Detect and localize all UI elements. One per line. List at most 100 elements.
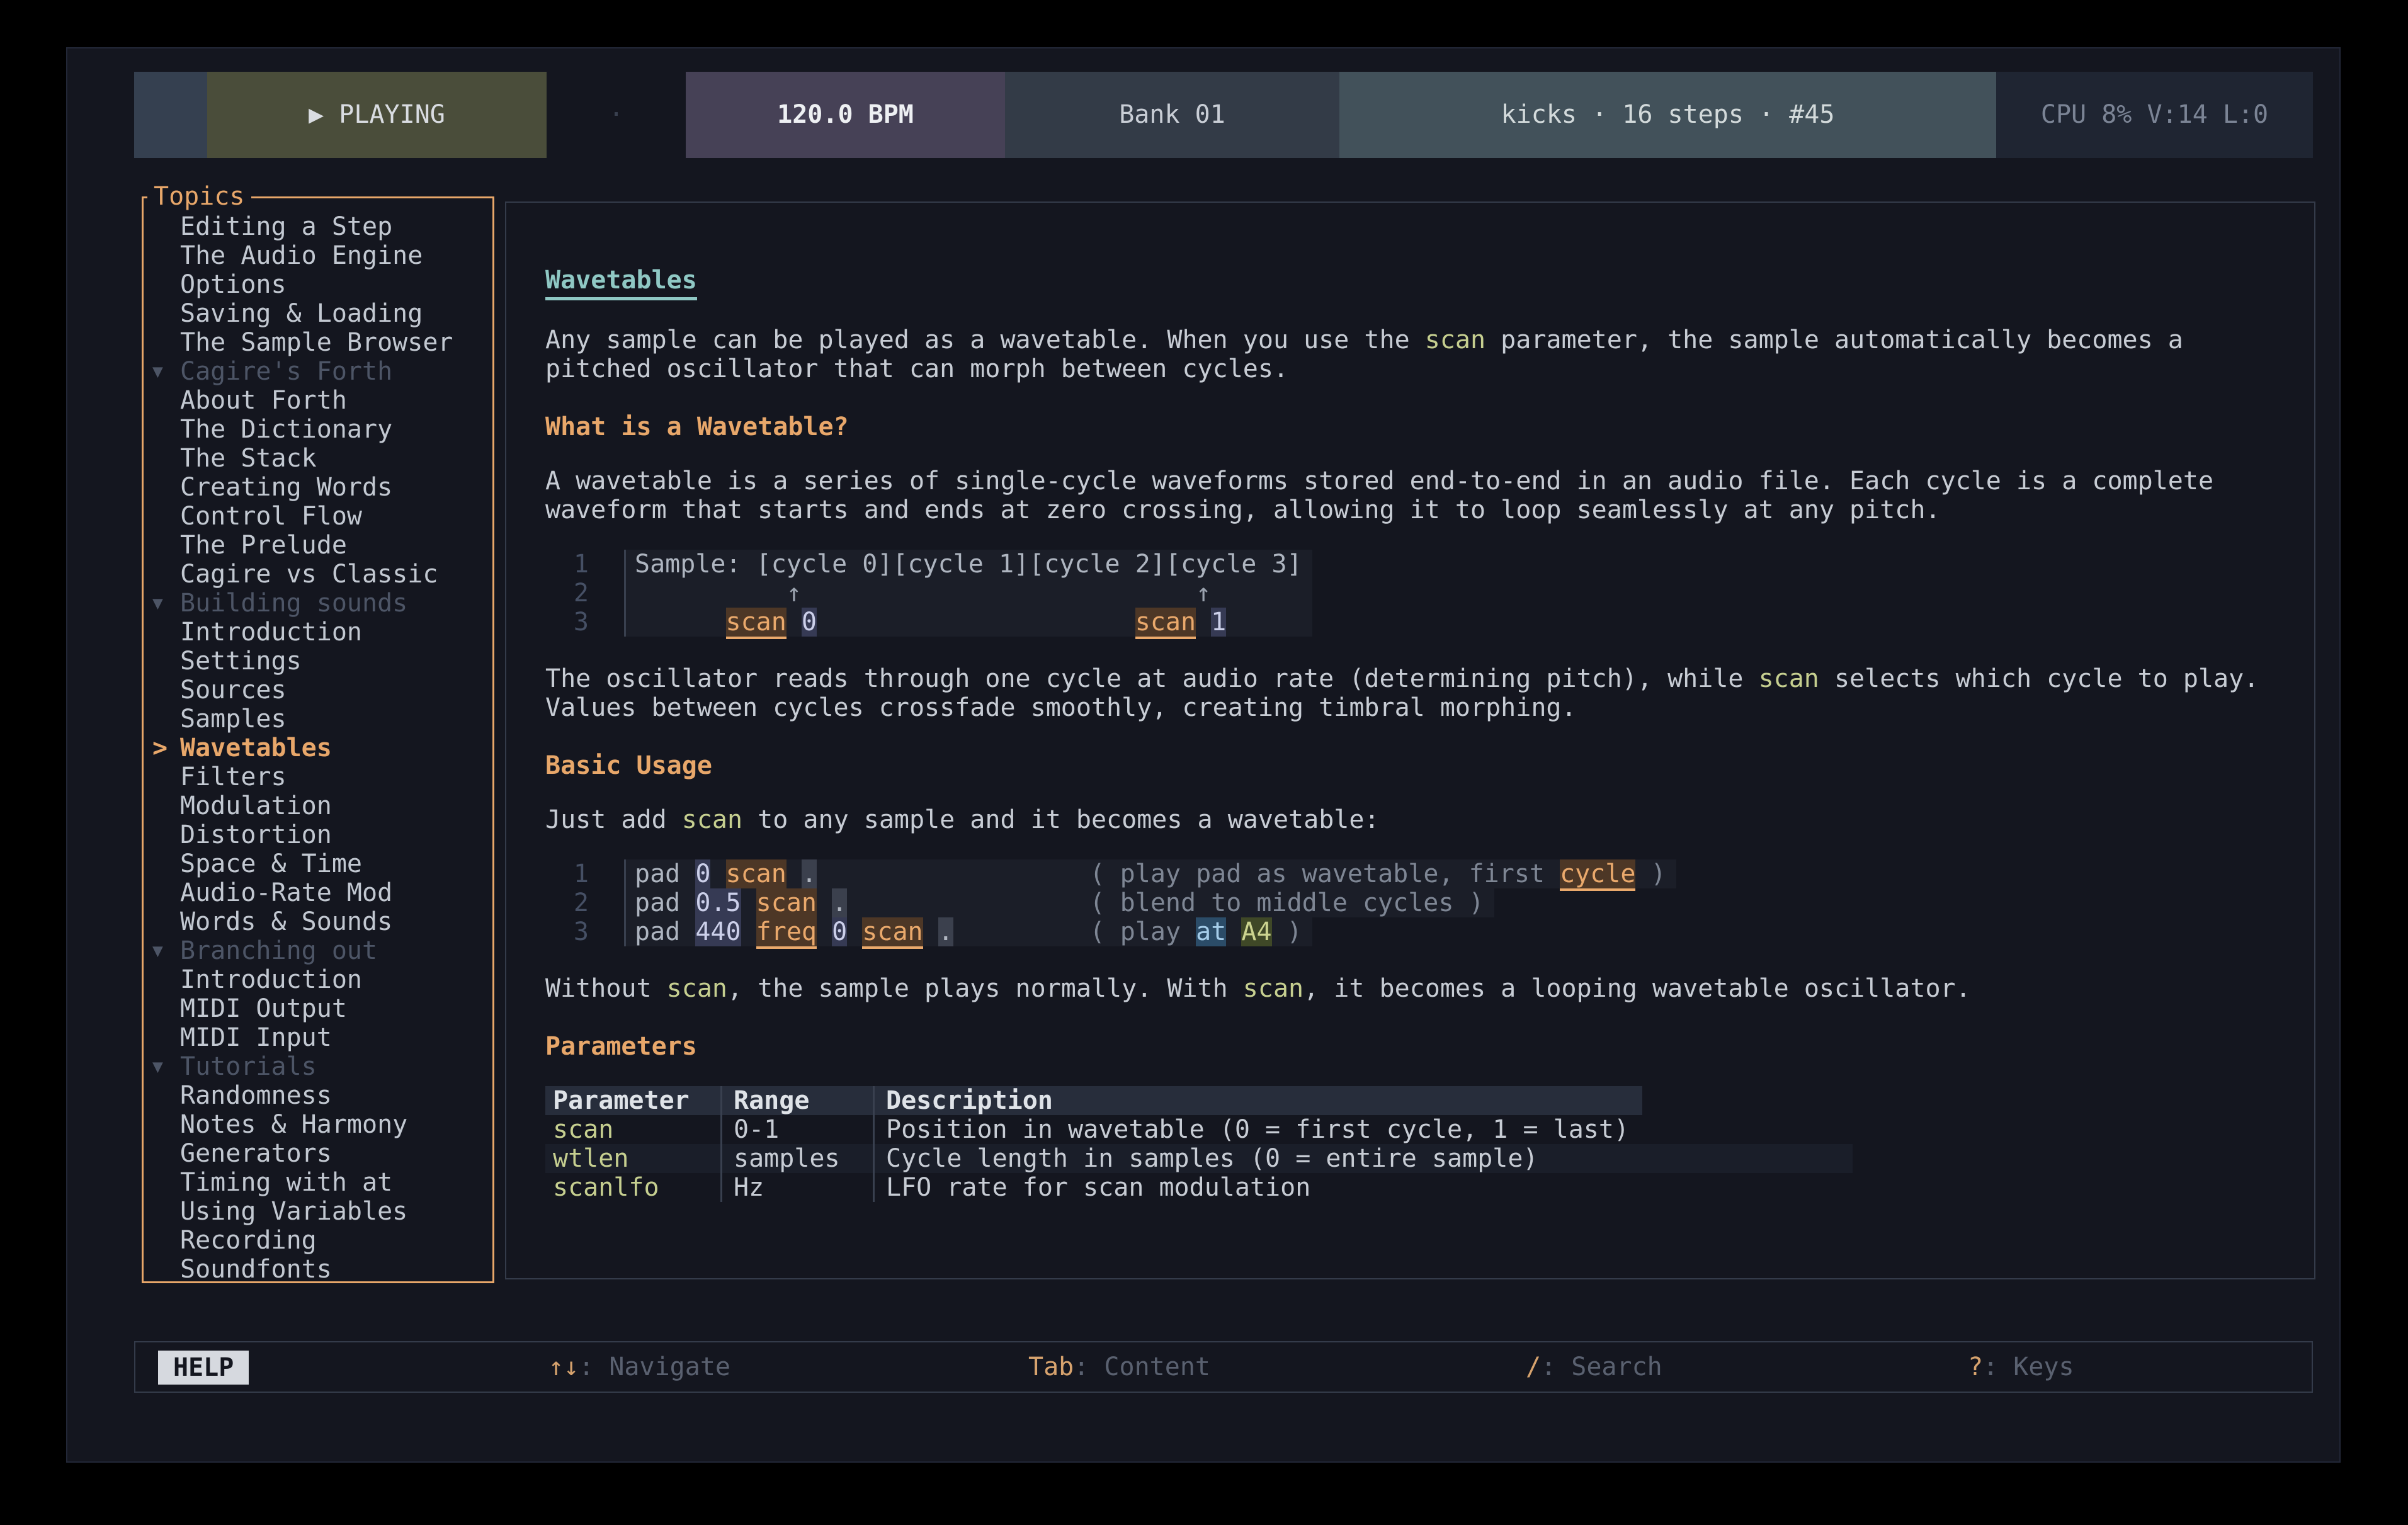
sidebar-item-words-sounds[interactable]: Words & Sounds [144,907,492,936]
sidebar-item-wavetables[interactable]: >Wavetables [144,734,492,762]
sidebar-item-label: Soundfonts [180,1255,332,1284]
pattern-display[interactable]: kicks · 16 steps · #45 [1339,72,1996,158]
sidebar-section-tutorials[interactable]: ▼Tutorials [144,1052,492,1081]
hint-label: : Navigate [579,1352,730,1381]
sidebar-item-notes-harmony[interactable]: Notes & Harmony [144,1110,492,1139]
sidebar-item-label: Distortion [180,820,332,849]
parameters-table: ParameterRangeDescriptionscan0-1Position… [545,1086,1642,1202]
text-line: Values between cycles crossfade smoothly… [545,693,2289,722]
sidebar-item-creating-words[interactable]: Creating Words [144,473,492,502]
line-number: 3 [545,917,626,946]
sidebar-item-space-time[interactable]: Space & Time [144,849,492,878]
collapse-triangle-icon: ▼ [152,357,163,386]
line-number: 3 [545,608,626,637]
sidebar-item-timing-with-at[interactable]: Timing with at [144,1168,492,1197]
sidebar-item-label: Audio-Rate Mod [180,878,392,907]
code-token-arrow: ↑ [787,579,802,608]
code-token-dot: . [832,888,847,917]
sidebar-section-branching-out[interactable]: ▼Branching out [144,936,492,965]
sidebar-item-label: Timing with at [180,1168,392,1197]
sidebar-item-randomness[interactable]: Randomness [144,1081,492,1110]
code-token-arrow: ↑ [1196,579,1211,608]
hint-search: /: Search [1526,1342,1662,1392]
sidebar-section-cagire-s-forth[interactable]: ▼Cagire's Forth [144,357,492,386]
sidebar-item-filters[interactable]: Filters [144,762,492,791]
sidebar-item-cagire-vs-classic[interactable]: Cagire vs Classic [144,560,492,589]
code-line: 3pad 440 freq 0 scan . ( play at A4 ) [545,917,2289,946]
collapse-triangle-icon: ▼ [152,1052,163,1081]
sidebar-item-label: Samples [180,705,287,734]
text-line: The oscillator reads through one cycle a… [545,664,2289,693]
table-cell-range: 0-1 [720,1115,873,1144]
code-text: pad 0.5 scan . ( blend to middle cycles … [626,888,1494,917]
code-token-green: scan [1425,326,1485,354]
text-line: Just add scan to any sample and it becom… [545,805,2289,834]
sidebar-item-label: The Stack [180,444,317,473]
sidebar-item-label: The Sample Browser [180,328,453,357]
sidebar-item-control-flow[interactable]: Control Flow [144,502,492,531]
table-row: wtlensamplesCycle length in samples (0 =… [545,1144,1853,1173]
help-content: Wavetables Any sample can be played as a… [506,203,2314,1202]
bpm-display[interactable]: 120.0 BPM [686,72,1005,158]
sidebar-item-midi-output[interactable]: MIDI Output [144,994,492,1023]
sidebar-item-distortion[interactable]: Distortion [144,820,492,849]
table-cell-param: scanlfo [545,1173,720,1202]
sidebar-item-introduction[interactable]: Introduction [144,618,492,647]
hint-label: : Search [1541,1352,1662,1381]
code-token-cmt [1226,917,1241,946]
sidebar-item-modulation[interactable]: Modulation [144,791,492,820]
sidebar-item-samples[interactable]: Samples [144,705,492,734]
sidebar-section-building-sounds[interactable]: ▼Building sounds [144,589,492,618]
sidebar-item-the-dictionary[interactable]: The Dictionary [144,415,492,444]
sidebar-item-label: Modulation [180,791,332,820]
help-content-panel[interactable]: Wavetables Any sample can be played as a… [505,201,2315,1279]
code-token-green: scan [1759,664,1819,693]
sidebar-item-sources[interactable]: Sources [144,676,492,705]
sidebar-item-label: Introduction [180,965,362,994]
text-line: A wavetable is a series of single-cycle … [545,467,2289,496]
sidebar-item-generators[interactable]: Generators [144,1139,492,1168]
oscillator-paragraph: The oscillator reads through one cycle a… [545,664,2289,722]
code-token-at: at [1196,917,1226,946]
section-heading-parameters: Parameters [545,1032,2289,1061]
top-status-bar: ▶ PLAYING · 120.0 BPM Bank 01 kicks · 16… [134,72,2313,158]
code-text: scan 0 scan 1 [626,608,1312,637]
hint-key: / [1526,1352,1541,1381]
transport-status[interactable]: ▶ PLAYING [207,72,547,158]
sidebar-item-the-sample-browser[interactable]: The Sample Browser [144,328,492,357]
code-line: 1Sample: [cycle 0][cycle 1][cycle 2][cyc… [545,550,2289,579]
sidebar-item-label: Creating Words [180,473,392,502]
sidebar-item-the-prelude[interactable]: The Prelude [144,531,492,560]
sidebar-item-the-stack[interactable]: The Stack [144,444,492,473]
selected-arrow-icon: > [152,734,168,762]
code-token-kw: scan [1135,608,1196,639]
line-number: 1 [545,859,626,888]
help-mode-badge: HELP [158,1351,249,1385]
usage-paragraph: Just add scan to any sample and it becom… [545,805,2289,834]
sidebar-item-label: Introduction [180,618,362,647]
app-window: ▶ PLAYING · 120.0 BPM Bank 01 kicks · 16… [66,47,2341,1463]
hint-navigate: ↑↓: Navigate [548,1342,730,1392]
topbar-separator-dot: · [547,72,686,158]
sidebar-item-options[interactable]: Options [144,270,492,299]
column-header: Description [873,1086,1642,1115]
sidebar-item-recording[interactable]: Recording [144,1226,492,1255]
sidebar-item-introduction[interactable]: Introduction [144,965,492,994]
sidebar-item-saving-loading[interactable]: Saving & Loading [144,299,492,328]
sidebar-item-label: Saving & Loading [180,299,423,328]
sidebar-item-label: Randomness [180,1081,332,1110]
sidebar-item-about-forth[interactable]: About Forth [144,386,492,415]
sidebar-item-editing-a-step[interactable]: Editing a Step [144,212,492,241]
sidebar-item-using-variables[interactable]: Using Variables [144,1197,492,1226]
sidebar-item-the-audio-engine[interactable]: The Audio Engine [144,241,492,270]
sidebar-item-audio-rate-mod[interactable]: Audio-Rate Mod [144,878,492,907]
sidebar-item-settings[interactable]: Settings [144,647,492,676]
sidebar-item-label: Settings [180,647,302,676]
sidebar-item-midi-input[interactable]: MIDI Input [144,1023,492,1052]
section-heading-what-is: What is a Wavetable? [545,412,2289,441]
sidebar-item-soundfonts[interactable]: Soundfonts [144,1255,492,1284]
bank-display[interactable]: Bank 01 [1005,72,1339,158]
table-cell-desc: Cycle length in samples (0 = entire samp… [873,1144,1853,1173]
sidebar-item-label: Notes & Harmony [180,1110,407,1139]
code-token-kw: scan [862,917,923,949]
